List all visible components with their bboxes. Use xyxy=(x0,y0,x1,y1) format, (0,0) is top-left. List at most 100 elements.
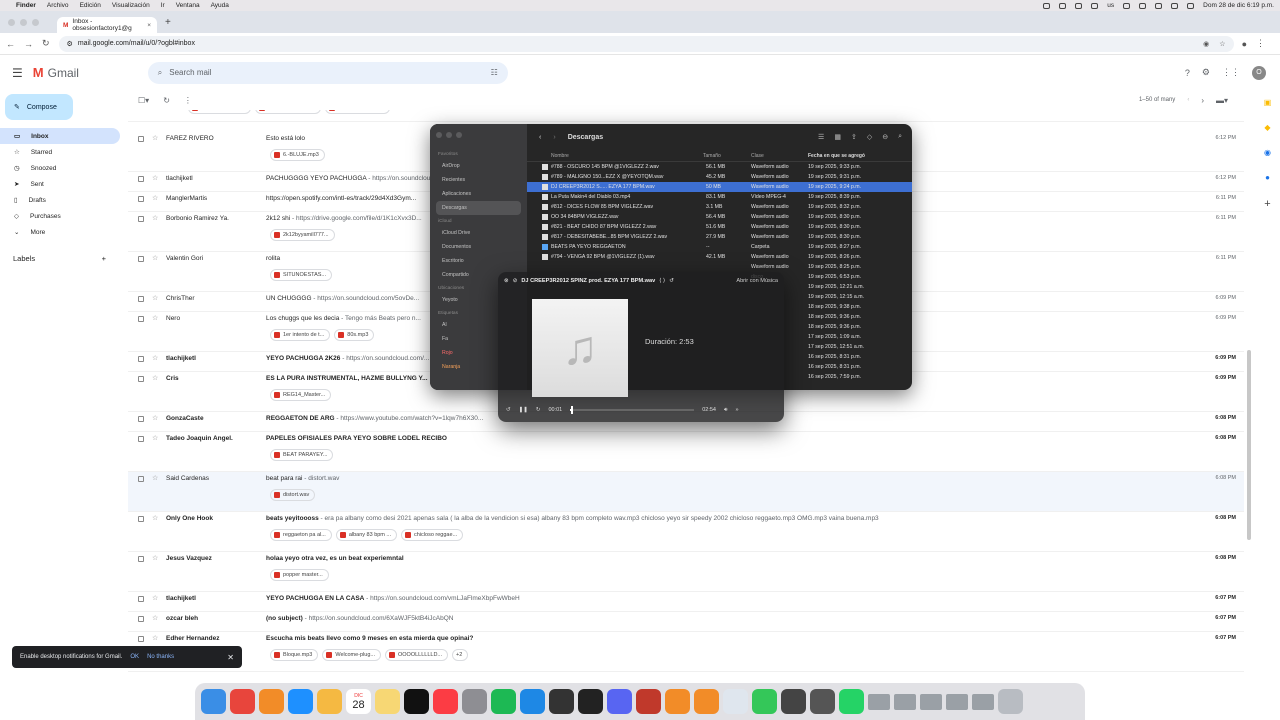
nav-item-sent[interactable]: ➤ Sent xyxy=(0,176,120,192)
finder-file-row[interactable]: BEATS PA YEYO REGGAETON -- Carpeta 19 sep 2… xyxy=(527,242,912,252)
finder-file-row[interactable]: Waveform audio 19 sep 2025, 8:25 p.m. xyxy=(527,262,912,272)
newer-page-icon[interactable]: ‹ xyxy=(1187,97,1189,103)
finder-sidebar-item[interactable]: Escritorio xyxy=(436,254,521,268)
action-menu-icon[interactable]: ⊖ xyxy=(882,133,888,141)
group-icon[interactable]: ▦ xyxy=(834,133,841,141)
attachment-chip[interactable]: BEAT TUKI S TO... xyxy=(255,110,321,114)
resize-icon[interactable]: ⟨ ⟩ xyxy=(659,278,665,284)
attachment-chip[interactable]: 6.-BLUJE.mp3 xyxy=(270,149,325,161)
attachment-chip[interactable]: 2k12byyamill777... xyxy=(270,229,335,241)
attachment-chip[interactable]: 80s.mp3 xyxy=(334,329,375,341)
progress-slider[interactable] xyxy=(570,406,695,414)
menu-ayuda[interactable]: Ayuda xyxy=(211,2,229,9)
gmail-logo[interactable]: M Gmail xyxy=(33,65,133,80)
status-app-icon[interactable] xyxy=(1059,2,1067,9)
col-size[interactable]: Tamaño xyxy=(703,153,721,159)
finder-file-row[interactable]: #812 - DICES FLOW 85 BPM VIGLEZZ.wav 3.1 … xyxy=(527,202,912,212)
email-row[interactable]: ☆ Said Cardenas beat para rai - distort.wa… xyxy=(128,472,1244,512)
nav-item-more[interactable]: ⌄ More xyxy=(0,224,120,240)
finder-sidebar-item[interactable]: Descargas xyxy=(436,201,521,215)
site-info-icon[interactable]: ⚙ xyxy=(67,40,73,48)
window-icon[interactable] xyxy=(894,693,916,710)
trash-icon[interactable] xyxy=(998,689,1023,714)
star-icon[interactable]: ☆ xyxy=(152,354,158,362)
finder-file-row[interactable]: #794 - VENGA 92 BPM @1VIGLEZZ (1).wav 42.… xyxy=(527,252,912,262)
status-app-icon[interactable] xyxy=(1075,2,1083,9)
star-icon[interactable]: ☆ xyxy=(152,514,158,522)
whatsapp-icon[interactable] xyxy=(839,689,864,714)
window-icon[interactable] xyxy=(920,693,942,710)
row-checkbox[interactable] xyxy=(138,416,144,422)
forward-icon[interactable]: → xyxy=(24,39,33,49)
more-actions-icon[interactable]: ⋮ xyxy=(184,96,192,105)
spotify-icon[interactable] xyxy=(491,689,516,714)
support-icon[interactable]: ? xyxy=(1185,68,1190,78)
row-checkbox[interactable] xyxy=(138,616,144,622)
share-icon[interactable]: ⇪ xyxy=(851,133,857,141)
row-checkbox[interactable] xyxy=(138,516,144,522)
fl-studio-icon[interactable] xyxy=(665,689,690,714)
tag-icon[interactable]: ◇ xyxy=(867,133,872,141)
virtualbox-icon[interactable] xyxy=(723,689,748,714)
settings-icon[interactable] xyxy=(462,689,487,714)
safari-icon[interactable] xyxy=(520,689,545,714)
finder-sidebar-item[interactable]: AirDrop xyxy=(436,159,521,173)
utility-icon[interactable] xyxy=(781,689,806,714)
fl-studio-icon[interactable] xyxy=(259,689,284,714)
email-row[interactable]: ☆ tlachijketl YEYO PACHUGGA EN LA CASA - h… xyxy=(128,592,1244,612)
menu-edicion[interactable]: Edición xyxy=(80,2,101,9)
star-icon[interactable]: ☆ xyxy=(152,594,158,602)
search-icon[interactable]: ⌕ xyxy=(158,68,162,78)
forward-icon[interactable]: › xyxy=(553,134,555,141)
row-checkbox[interactable] xyxy=(138,196,144,202)
photos-icon[interactable] xyxy=(317,689,342,714)
row-checkbox[interactable] xyxy=(138,476,144,482)
volume-icon[interactable]: 🔊︎ xyxy=(724,407,727,414)
minimize-window-button[interactable] xyxy=(20,18,27,26)
row-checkbox[interactable] xyxy=(138,316,144,322)
older-page-icon[interactable]: › xyxy=(1201,96,1204,105)
finder-file-row[interactable]: #788 - OSCURO 145 BPM @1VIGLEZZ 2.wav 56.… xyxy=(527,162,912,172)
discord-icon[interactable] xyxy=(607,689,632,714)
row-checkbox[interactable] xyxy=(138,636,144,642)
status-app-icon[interactable] xyxy=(1091,2,1099,9)
toast-ok-button[interactable]: OK xyxy=(130,654,139,660)
finder-sidebar-item[interactable]: Aplicaciones xyxy=(436,187,521,201)
window-icon[interactable] xyxy=(868,693,890,710)
back-icon[interactable]: ‹ xyxy=(539,134,541,141)
attachment-chip[interactable]: +2 xyxy=(452,649,469,661)
keep-addon-icon[interactable]: ◆ xyxy=(1264,123,1270,132)
facetime-icon[interactable] xyxy=(752,689,777,714)
nav-item-inbox[interactable]: ▭ Inbox xyxy=(0,128,120,144)
nav-item-snoozed[interactable]: ◷ Snoozed xyxy=(0,160,120,176)
attachment-chip[interactable]: reggaeton pa al... xyxy=(270,529,332,541)
pro-tools-icon[interactable] xyxy=(810,689,835,714)
menu-visualizacion[interactable]: Visualización xyxy=(112,2,150,9)
nav-item-drafts[interactable]: ▯ Drafts xyxy=(0,192,120,208)
email-row[interactable]: ☆ ozcar bleh (no subject) - https://on.sou… xyxy=(128,612,1244,632)
finder-sidebar-item[interactable]: Recientes xyxy=(436,173,521,187)
finder-icon[interactable] xyxy=(201,689,226,714)
search-bar[interactable]: ⌕ Search mail ☷ xyxy=(147,61,508,84)
main-menu-icon[interactable]: ☰ xyxy=(12,66,23,80)
row-checkbox[interactable] xyxy=(138,556,144,562)
address-bar[interactable]: ⚙ mail.google.com/mail/u/0/?ogbl#inbox ◉… xyxy=(58,35,1234,52)
col-kind[interactable]: Clase xyxy=(751,153,764,159)
star-icon[interactable]: ☆ xyxy=(152,474,158,482)
attachment-chip[interactable]: Welcome-plug... xyxy=(322,649,381,661)
add-label-icon[interactable]: + xyxy=(102,254,106,263)
row-checkbox[interactable] xyxy=(138,136,144,142)
settings-gear-icon[interactable]: ⚙ xyxy=(1202,67,1210,78)
bookmark-star-icon[interactable]: ☆ xyxy=(1219,40,1225,48)
finder-file-row[interactable]: La Puta Makin4 del Diablo 03.mp4 83.1 MB V… xyxy=(527,192,912,202)
row-checkbox[interactable] xyxy=(138,296,144,302)
finder-sidebar-item[interactable]: iCloud Drive xyxy=(436,226,521,240)
star-icon[interactable]: ☆ xyxy=(152,434,158,442)
fl-studio-icon[interactable] xyxy=(694,689,719,714)
row-checkbox[interactable] xyxy=(138,356,144,362)
pause-icon[interactable]: ❚❚ xyxy=(519,407,528,413)
skip-back-icon[interactable]: ↺ xyxy=(506,407,511,413)
menu-ventana[interactable]: Ventana xyxy=(176,2,200,9)
search-icon[interactable]: ⌕ xyxy=(898,133,902,141)
email-row[interactable]: ☆ Only One Hook beats yeyitoooss - era pa … xyxy=(128,512,1244,552)
